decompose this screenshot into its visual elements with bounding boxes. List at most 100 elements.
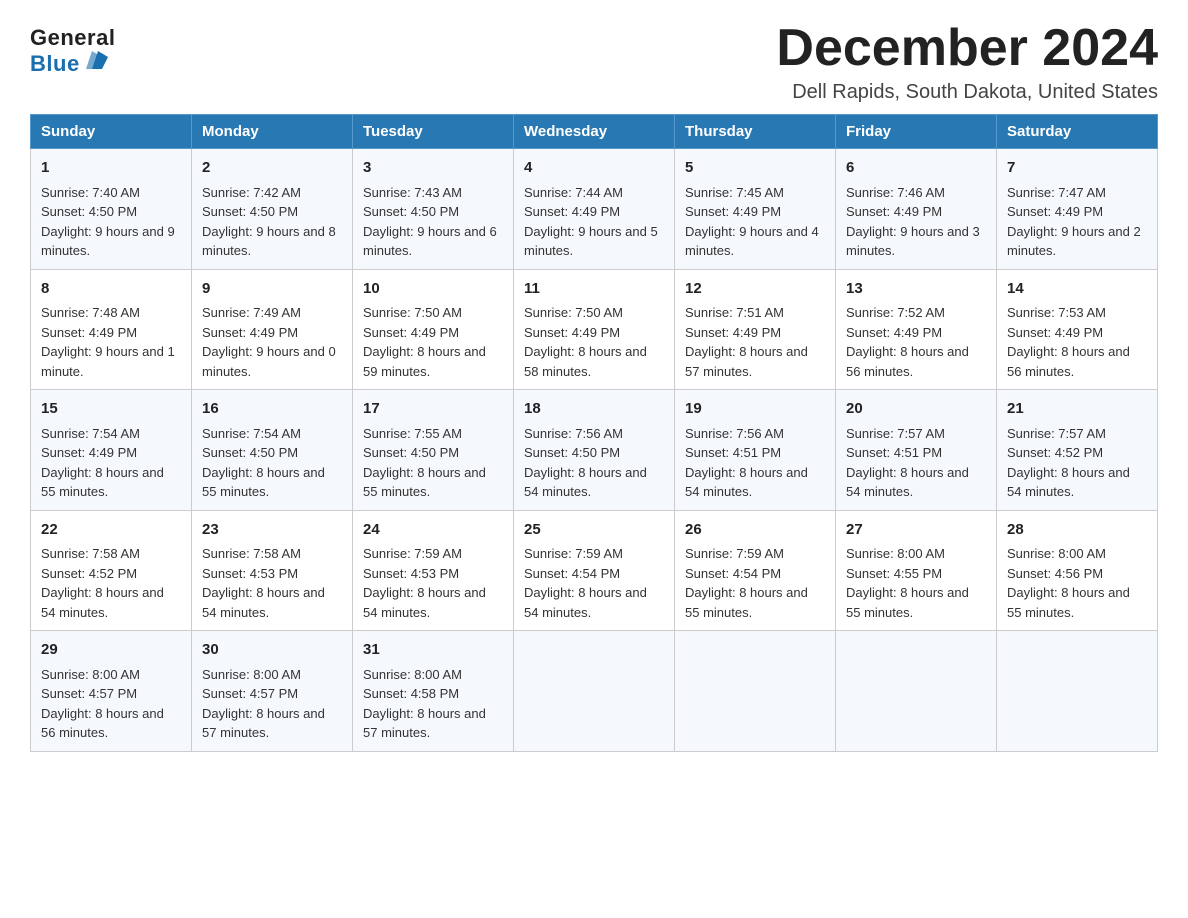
calendar-cell: 6 Sunrise: 7:46 AMSunset: 4:49 PMDaylight… xyxy=(836,149,997,270)
day-info: Sunrise: 8:00 AMSunset: 4:58 PMDaylight:… xyxy=(363,665,503,743)
week-row-2: 8Sunrise: 7:48 AMSunset: 4:49 PMDaylight… xyxy=(31,269,1158,390)
day-info: Sunrise: 7:53 AMSunset: 4:49 PMDaylight:… xyxy=(1007,303,1147,381)
header-row: SundayMondayTuesdayWednesdayThursdayFrid… xyxy=(31,115,1158,149)
logo-general-text: General xyxy=(30,25,115,51)
calendar-cell: 7 Sunrise: 7:47 AMSunset: 4:49 PMDaylight… xyxy=(997,149,1158,270)
day-info: Sunrise: 7:49 AMSunset: 4:49 PMDaylight:… xyxy=(202,303,342,381)
day-info: Sunrise: 7:56 AMSunset: 4:50 PMDaylight:… xyxy=(524,424,664,502)
calendar-cell: 9Sunrise: 7:49 AMSunset: 4:49 PMDaylight… xyxy=(192,269,353,390)
day-info: Sunrise: 7:59 AMSunset: 4:54 PMDaylight:… xyxy=(524,544,664,622)
day-number: 4 xyxy=(524,157,664,180)
day-number: 3 xyxy=(363,157,503,180)
day-info: Sunrise: 7:50 AMSunset: 4:49 PMDaylight:… xyxy=(524,303,664,381)
day-info: Sunrise: 7:51 AMSunset: 4:49 PMDaylight:… xyxy=(685,303,825,381)
day-info: Sunrise: 7:42 AMSunset: 4:50 PMDaylight:… xyxy=(202,183,342,261)
calendar-cell: 26Sunrise: 7:59 AMSunset: 4:54 PMDayligh… xyxy=(675,510,836,631)
day-info: Sunrise: 7:48 AMSunset: 4:49 PMDaylight:… xyxy=(41,303,181,381)
day-number: 13 xyxy=(846,278,986,301)
calendar-cell: 14Sunrise: 7:53 AMSunset: 4:49 PMDayligh… xyxy=(997,269,1158,390)
day-number: 21 xyxy=(1007,398,1147,421)
day-number: 14 xyxy=(1007,278,1147,301)
week-row-1: 1 Sunrise: 7:40 AMSunset: 4:50 PMDaylight… xyxy=(31,149,1158,270)
day-number: 1 xyxy=(41,157,181,180)
day-info: Sunrise: 7:43 AMSunset: 4:50 PMDaylight:… xyxy=(363,183,503,261)
calendar-cell: 25Sunrise: 7:59 AMSunset: 4:54 PMDayligh… xyxy=(514,510,675,631)
day-info: Sunrise: 7:58 AMSunset: 4:53 PMDaylight:… xyxy=(202,544,342,622)
header-wednesday: Wednesday xyxy=(514,115,675,149)
day-info: Sunrise: 7:54 AMSunset: 4:49 PMDaylight:… xyxy=(41,424,181,502)
day-number: 24 xyxy=(363,519,503,542)
title-area: December 2024 Dell Rapids, South Dakota,… xyxy=(776,20,1158,104)
day-info: Sunrise: 7:40 AMSunset: 4:50 PMDaylight:… xyxy=(41,183,181,261)
day-number: 26 xyxy=(685,519,825,542)
week-row-5: 29 Sunrise: 8:00 AMSunset: 4:57 PMDayligh… xyxy=(31,631,1158,752)
calendar-cell: 13Sunrise: 7:52 AMSunset: 4:49 PMDayligh… xyxy=(836,269,997,390)
day-info: Sunrise: 7:57 AMSunset: 4:52 PMDaylight:… xyxy=(1007,424,1147,502)
calendar-cell: 29 Sunrise: 8:00 AMSunset: 4:57 PMDayligh… xyxy=(31,631,192,752)
day-info: Sunrise: 7:59 AMSunset: 4:54 PMDaylight:… xyxy=(685,544,825,622)
calendar-cell: 19Sunrise: 7:56 AMSunset: 4:51 PMDayligh… xyxy=(675,390,836,511)
calendar-cell xyxy=(514,631,675,752)
logo-triangle-icon xyxy=(86,51,108,69)
day-info: Sunrise: 8:00 AMSunset: 4:57 PMDaylight:… xyxy=(41,665,181,743)
calendar-cell: 20 Sunrise: 7:57 AMSunset: 4:51 PMDayligh… xyxy=(836,390,997,511)
calendar-cell: 16 Sunrise: 7:54 AMSunset: 4:50 PMDayligh… xyxy=(192,390,353,511)
calendar-cell: 31Sunrise: 8:00 AMSunset: 4:58 PMDayligh… xyxy=(353,631,514,752)
day-info: Sunrise: 8:00 AMSunset: 4:57 PMDaylight:… xyxy=(202,665,342,743)
location-title: Dell Rapids, South Dakota, United States xyxy=(776,81,1158,104)
header-monday: Monday xyxy=(192,115,353,149)
calendar-cell: 21 Sunrise: 7:57 AMSunset: 4:52 PMDayligh… xyxy=(997,390,1158,511)
calendar-cell: 10Sunrise: 7:50 AMSunset: 4:49 PMDayligh… xyxy=(353,269,514,390)
calendar-table: SundayMondayTuesdayWednesdayThursdayFrid… xyxy=(30,114,1158,752)
day-number: 11 xyxy=(524,278,664,301)
calendar-cell: 4 Sunrise: 7:44 AMSunset: 4:49 PMDaylight… xyxy=(514,149,675,270)
day-number: 2 xyxy=(202,157,342,180)
week-row-4: 22Sunrise: 7:58 AMSunset: 4:52 PMDayligh… xyxy=(31,510,1158,631)
day-number: 29 xyxy=(41,639,181,662)
day-number: 22 xyxy=(41,519,181,542)
day-info: Sunrise: 7:44 AMSunset: 4:49 PMDaylight:… xyxy=(524,183,664,261)
day-number: 7 xyxy=(1007,157,1147,180)
header-friday: Friday xyxy=(836,115,997,149)
calendar-cell: 12Sunrise: 7:51 AMSunset: 4:49 PMDayligh… xyxy=(675,269,836,390)
calendar-cell: 1 Sunrise: 7:40 AMSunset: 4:50 PMDaylight… xyxy=(31,149,192,270)
logo-blue-text: Blue xyxy=(30,51,108,77)
calendar-cell: 23Sunrise: 7:58 AMSunset: 4:53 PMDayligh… xyxy=(192,510,353,631)
day-info: Sunrise: 8:00 AMSunset: 4:55 PMDaylight:… xyxy=(846,544,986,622)
day-number: 28 xyxy=(1007,519,1147,542)
day-number: 5 xyxy=(685,157,825,180)
day-number: 6 xyxy=(846,157,986,180)
calendar-cell: 22Sunrise: 7:58 AMSunset: 4:52 PMDayligh… xyxy=(31,510,192,631)
header: General Blue December 2024 Dell Rapids, … xyxy=(30,20,1158,104)
day-number: 19 xyxy=(685,398,825,421)
day-info: Sunrise: 7:46 AMSunset: 4:49 PMDaylight:… xyxy=(846,183,986,261)
logo: General Blue xyxy=(30,20,115,77)
day-number: 16 xyxy=(202,398,342,421)
calendar-cell: 27Sunrise: 8:00 AMSunset: 4:55 PMDayligh… xyxy=(836,510,997,631)
calendar-cell: 8Sunrise: 7:48 AMSunset: 4:49 PMDaylight… xyxy=(31,269,192,390)
day-info: Sunrise: 7:52 AMSunset: 4:49 PMDaylight:… xyxy=(846,303,986,381)
day-number: 25 xyxy=(524,519,664,542)
day-info: Sunrise: 7:57 AMSunset: 4:51 PMDaylight:… xyxy=(846,424,986,502)
day-info: Sunrise: 7:59 AMSunset: 4:53 PMDaylight:… xyxy=(363,544,503,622)
calendar-cell xyxy=(997,631,1158,752)
day-number: 18 xyxy=(524,398,664,421)
calendar-cell: 5 Sunrise: 7:45 AMSunset: 4:49 PMDaylight… xyxy=(675,149,836,270)
header-saturday: Saturday xyxy=(997,115,1158,149)
day-number: 30 xyxy=(202,639,342,662)
day-info: Sunrise: 7:45 AMSunset: 4:49 PMDaylight:… xyxy=(685,183,825,261)
header-tuesday: Tuesday xyxy=(353,115,514,149)
day-number: 10 xyxy=(363,278,503,301)
day-info: Sunrise: 7:55 AMSunset: 4:50 PMDaylight:… xyxy=(363,424,503,502)
day-number: 23 xyxy=(202,519,342,542)
day-info: Sunrise: 7:58 AMSunset: 4:52 PMDaylight:… xyxy=(41,544,181,622)
calendar-cell: 17Sunrise: 7:55 AMSunset: 4:50 PMDayligh… xyxy=(353,390,514,511)
calendar-body: 1 Sunrise: 7:40 AMSunset: 4:50 PMDaylight… xyxy=(31,149,1158,752)
day-number: 12 xyxy=(685,278,825,301)
calendar-cell: 18 Sunrise: 7:56 AMSunset: 4:50 PMDayligh… xyxy=(514,390,675,511)
day-info: Sunrise: 7:54 AMSunset: 4:50 PMDaylight:… xyxy=(202,424,342,502)
day-number: 15 xyxy=(41,398,181,421)
day-info: Sunrise: 7:47 AMSunset: 4:49 PMDaylight:… xyxy=(1007,183,1147,261)
day-number: 9 xyxy=(202,278,342,301)
day-number: 20 xyxy=(846,398,986,421)
